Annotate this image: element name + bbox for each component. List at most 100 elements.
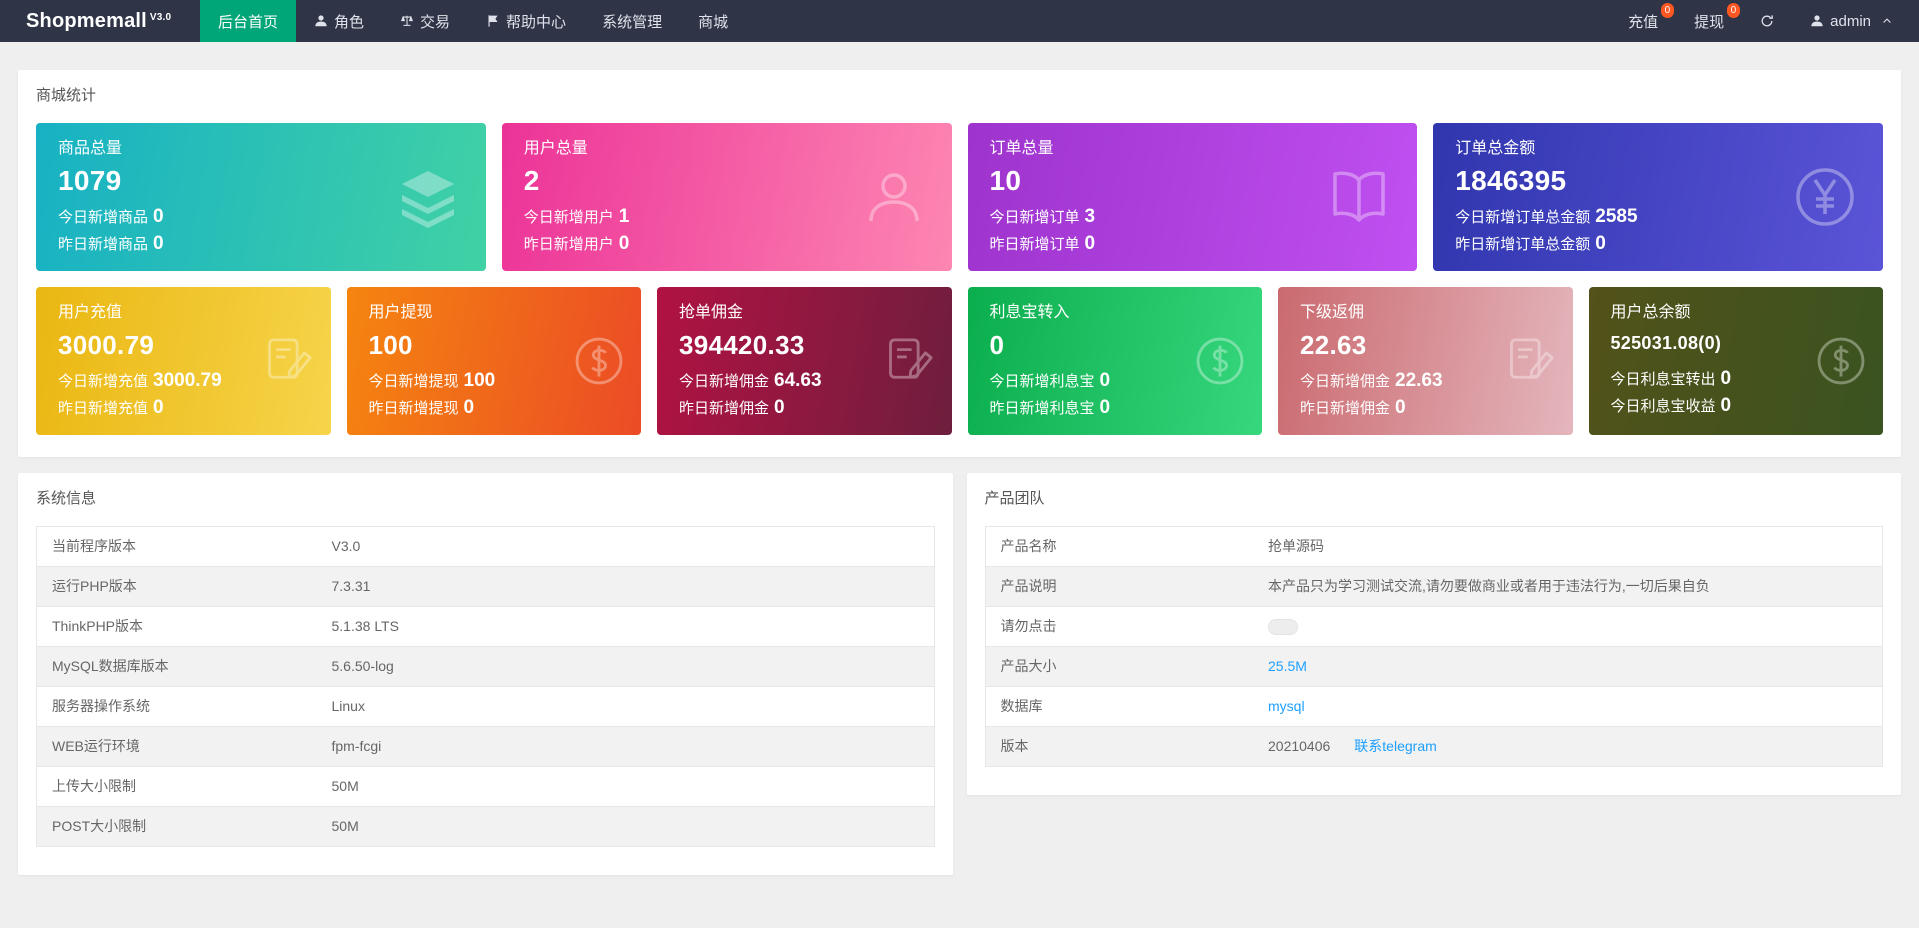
card-title: 商品总量 bbox=[58, 140, 123, 157]
product-team-title: 产品团队 bbox=[984, 490, 1045, 507]
line-label: 昨日新增用户 bbox=[523, 236, 614, 253]
line-value: 0 bbox=[774, 397, 785, 418]
withdraw-button[interactable]: 提现 0 bbox=[1676, 0, 1742, 42]
nav-label: 帮助中心 bbox=[506, 13, 567, 31]
dollar-icon bbox=[573, 335, 625, 387]
info-value: 20210406 联系telegram bbox=[1253, 726, 1883, 768]
nav-item-dashboard[interactable]: 后台首页 bbox=[200, 0, 297, 42]
info-value: 5.1.38 LTS bbox=[316, 606, 934, 647]
info-value: 抢单源码 bbox=[1253, 526, 1883, 567]
table-row: 产品大小 25.5M bbox=[985, 646, 1883, 688]
line-label: 昨日新增提现 bbox=[368, 400, 459, 417]
doc-edit-icon bbox=[1505, 335, 1557, 387]
info-label: 数据库 bbox=[985, 686, 1253, 728]
system-info-title: 系统信息 bbox=[36, 490, 97, 507]
database-link[interactable]: mysql bbox=[1268, 698, 1305, 714]
card-yesterday-line: 昨日新增订单总金额 0 bbox=[1455, 232, 1861, 257]
app-logo[interactable]: Shopmemall V3.0 bbox=[0, 0, 200, 42]
info-value: fpm-fcgi bbox=[316, 726, 934, 767]
recharge-badge: 0 bbox=[1660, 3, 1675, 18]
table-row: 请勿点击 bbox=[985, 606, 1883, 648]
info-value: 本产品只为学习测试交流,请勿要做商业或者用于违法行为,一切后果自负 bbox=[1253, 566, 1883, 607]
line-label: 今日利息宝收益 bbox=[1610, 398, 1716, 415]
info-value bbox=[1253, 606, 1883, 648]
info-value: 25.5M bbox=[1253, 646, 1883, 688]
table-row: 当前程序版本 V3.0 bbox=[36, 526, 934, 567]
table-row: POST大小限制 50M bbox=[36, 806, 934, 847]
app-logo-text: Shopmemall bbox=[26, 9, 147, 32]
line-value: 2585 bbox=[1595, 206, 1638, 227]
card-title: 用户充值 bbox=[58, 304, 123, 321]
user-menu[interactable]: admin bbox=[1792, 0, 1911, 42]
card-title: 抢单佣金 bbox=[679, 304, 744, 321]
product-size-link[interactable]: 25.5M bbox=[1268, 658, 1307, 674]
info-label: WEB运行环境 bbox=[36, 726, 317, 767]
info-label: 服务器操作系统 bbox=[36, 686, 317, 727]
card-title: 订单总量 bbox=[989, 140, 1054, 157]
info-label: 产品说明 bbox=[985, 566, 1253, 607]
chevron-up-icon bbox=[1881, 15, 1893, 27]
stat-card-goods-total: 商品总量 1079 今日新增商品 0 昨日新增商品 0 bbox=[36, 123, 486, 271]
table-row: 服务器操作系统 Linux bbox=[36, 686, 934, 727]
line-value: 1 bbox=[618, 206, 630, 227]
card-title: 用户总余额 bbox=[1610, 304, 1691, 321]
nav-item-help-center[interactable]: 帮助中心 bbox=[468, 0, 584, 42]
nav-label: 系统管理 bbox=[602, 13, 663, 31]
line-value: 0 bbox=[1720, 395, 1732, 416]
info-value: Linux bbox=[316, 686, 934, 727]
doc-edit-icon bbox=[884, 335, 936, 387]
card-yesterday-line: 昨日新增佣金 0 bbox=[1300, 396, 1551, 421]
line-value: 0 bbox=[1395, 397, 1406, 418]
card-yesterday-line: 今日利息宝收益 0 bbox=[1611, 394, 1862, 419]
stats-panel-title: 商城统计 bbox=[36, 87, 97, 104]
nav-label: 交易 bbox=[420, 13, 451, 31]
book-icon bbox=[1327, 165, 1391, 229]
nav-item-mall[interactable]: 商城 bbox=[680, 0, 746, 42]
nav-item-roles[interactable]: 角色 bbox=[296, 0, 382, 42]
line-value: 0 bbox=[153, 233, 164, 254]
scales-icon bbox=[400, 14, 414, 28]
main-nav: 后台首页 角色 交易 帮助中心 系统管理 商城 bbox=[200, 0, 746, 42]
line-value: 3000.79 bbox=[153, 370, 222, 391]
line-value: 100 bbox=[463, 370, 496, 391]
line-value: 0 bbox=[1099, 397, 1111, 418]
line-value: 0 bbox=[618, 233, 630, 254]
stat-card-users-total: 用户总量 2 今日新增用户 1 昨日新增用户 0 bbox=[501, 123, 952, 271]
stat-card-sub-commission: 下级返佣 22.63 今日新增佣金 22.63 昨日新增佣金 0 bbox=[1278, 287, 1573, 435]
nav-item-trade[interactable]: 交易 bbox=[382, 0, 468, 42]
withdraw-label: 提现 bbox=[1694, 13, 1725, 31]
stats-row-1: 商品总量 1079 今日新增商品 0 昨日新增商品 0 用户总量 2 今日新增用户 1… bbox=[36, 123, 1883, 271]
refresh-button[interactable] bbox=[1742, 0, 1792, 42]
main-content: 商城统计 商品总量 1079 今日新增商品 0 昨日新增商品 0 用户总量 2 今日… bbox=[0, 42, 1919, 893]
username: admin bbox=[1830, 12, 1871, 30]
system-info-table: 当前程序版本 V3.0 运行PHP版本 7.3.31 ThinkPHP版本 5.1.3… bbox=[36, 526, 935, 847]
card-yesterday-line: 昨日新增佣金 0 bbox=[679, 396, 930, 421]
line-label: 今日新增佣金 bbox=[679, 373, 770, 390]
line-label: 今日新增利息宝 bbox=[989, 373, 1095, 390]
info-label: ThinkPHP版本 bbox=[36, 606, 317, 647]
telegram-link[interactable]: 联系telegram bbox=[1354, 738, 1436, 754]
nav-item-system[interactable]: 系统管理 bbox=[584, 0, 680, 42]
stat-card-orders-total: 订单总量 10 今日新增订单 3 昨日新增订单 0 bbox=[967, 123, 1418, 271]
faint-pill-icon[interactable] bbox=[1268, 619, 1298, 636]
line-value: 0 bbox=[153, 397, 164, 418]
stat-card-order-amount: 订单总金额 1846395 今日新增订单总金额 2585 昨日新增订单总金额 0 bbox=[1433, 123, 1883, 271]
info-value: 7.3.31 bbox=[316, 566, 934, 607]
doc-edit-icon bbox=[263, 335, 315, 387]
line-label: 昨日新增订单 bbox=[989, 236, 1080, 253]
line-label: 今日新增订单 bbox=[989, 209, 1080, 226]
recharge-button[interactable]: 充值 0 bbox=[1610, 0, 1676, 42]
line-label: 昨日新增佣金 bbox=[1300, 400, 1391, 417]
line-value: 0 bbox=[1595, 233, 1606, 254]
app-version: V3.0 bbox=[149, 11, 172, 23]
nav-label: 商城 bbox=[698, 13, 729, 31]
layers-icon bbox=[396, 165, 460, 229]
line-label: 昨日新增充值 bbox=[58, 400, 149, 417]
bottom-section: 系统信息 当前程序版本 V3.0 运行PHP版本 7.3.31 ThinkPHP版本… bbox=[18, 473, 1901, 875]
line-label: 今日新增提现 bbox=[368, 373, 459, 390]
withdraw-badge: 0 bbox=[1726, 3, 1741, 18]
line-label: 昨日新增订单总金额 bbox=[1455, 236, 1591, 253]
line-label: 今日新增订单总金额 bbox=[1455, 209, 1591, 226]
yen-icon bbox=[1793, 165, 1857, 229]
table-row: ThinkPHP版本 5.1.38 LTS bbox=[36, 606, 934, 647]
